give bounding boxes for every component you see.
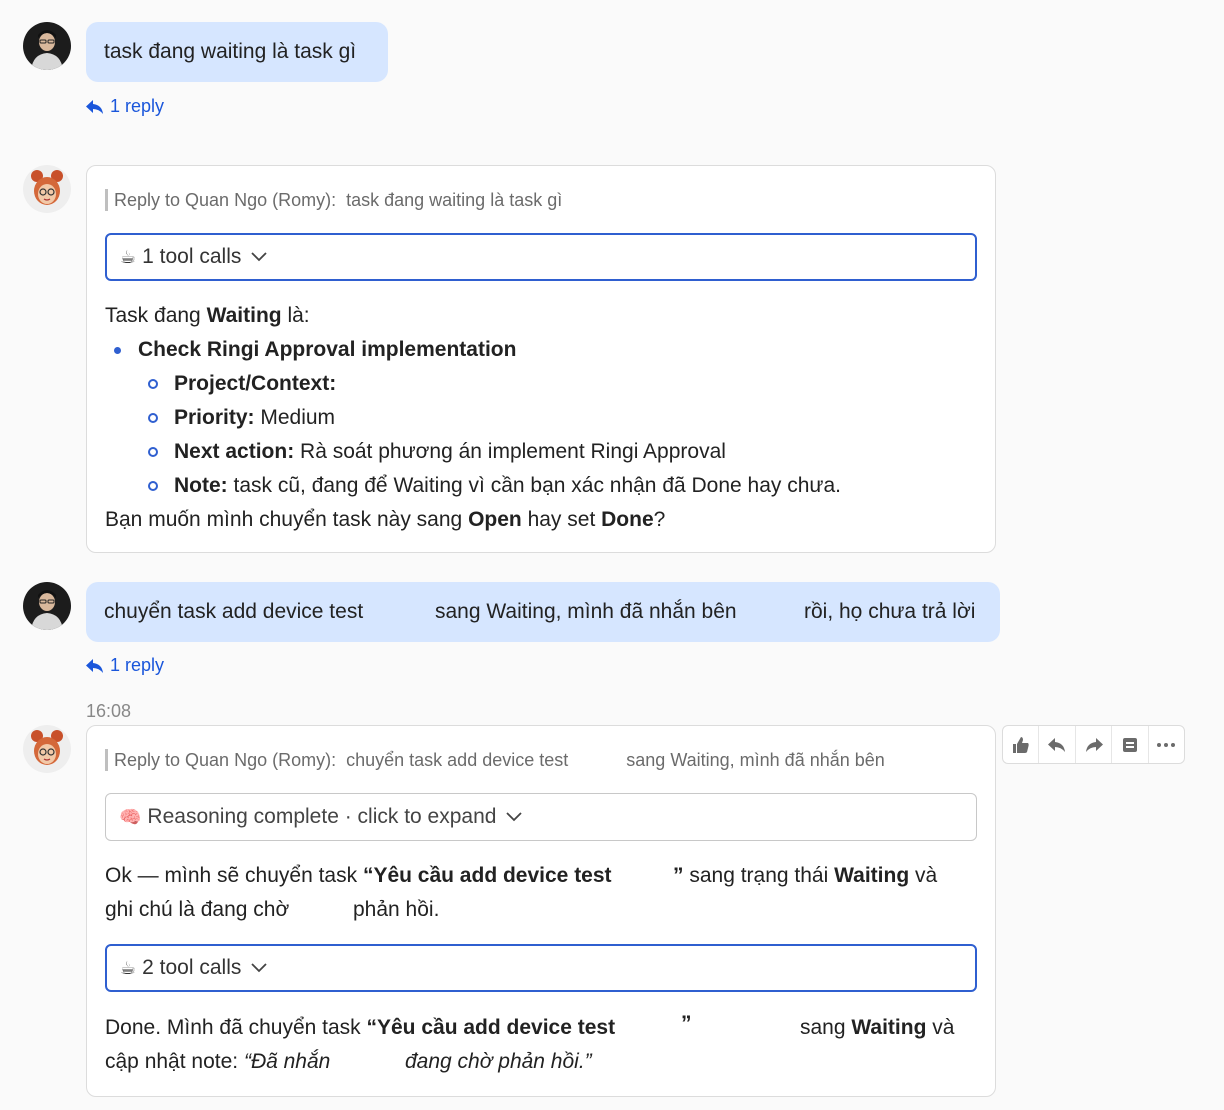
coffee-icon: ☕ xyxy=(120,957,137,978)
reply-icon xyxy=(1048,737,1066,752)
thread-reply-link[interactable]: 1 reply xyxy=(86,96,164,117)
like-button[interactable] xyxy=(1003,726,1040,763)
message-text-part: sang Waiting, mình đã nhắn bên xyxy=(435,600,737,623)
coffee-icon: ☕ xyxy=(120,246,137,267)
brain-icon: 🧠 xyxy=(119,806,142,827)
message-text-part: rồi, họ chưa trả lời xyxy=(804,600,976,623)
forward-icon xyxy=(1085,737,1103,752)
intro-line: Task đang Waiting là: xyxy=(105,304,310,327)
reply-content: Task đang Waiting là: Check Ringi Approv… xyxy=(105,299,841,537)
message-timestamp: 16:08 xyxy=(86,701,132,721)
forward-button[interactable] xyxy=(1076,726,1113,763)
task-detail-next-action: Next action: Rà soát phương án implement… xyxy=(138,435,841,469)
message-action-toolbar xyxy=(1002,725,1185,764)
thumbs-up-icon xyxy=(1012,736,1029,753)
task-details: Project/Context: Priority: Medium Next a… xyxy=(138,367,841,503)
chevron-down-icon xyxy=(251,252,267,262)
user-message-bubble[interactable]: task đang waiting là task gì xyxy=(86,22,388,82)
reasoning-toggle[interactable]: 🧠 Reasoning complete · click to expand xyxy=(105,793,977,841)
user-avatar[interactable] xyxy=(23,22,71,70)
reply-paragraph: Done. Mình đã chuyển task “Yêu cầu add d… xyxy=(105,1012,955,1073)
user-message-bubble[interactable]: chuyển task add device test sang Waiting… xyxy=(86,582,1000,642)
assistant-reply-card: Reply to Quan Ngo (Romy): task đang wait… xyxy=(86,165,996,553)
user-avatar[interactable] xyxy=(23,582,71,630)
assistant-avatar[interactable] xyxy=(23,725,71,773)
reply-count: 1 reply xyxy=(110,96,165,116)
assistant-avatar[interactable] xyxy=(23,165,71,213)
task-detail-project: Project/Context: xyxy=(138,367,841,401)
tool-calls-toggle[interactable]: ☕ 2 tool calls xyxy=(105,944,977,992)
archive-icon xyxy=(1122,737,1137,752)
chevron-down-icon xyxy=(251,963,267,973)
more-icon xyxy=(1157,742,1176,747)
reply-button[interactable] xyxy=(1039,726,1076,763)
more-options-button[interactable] xyxy=(1149,726,1184,763)
reply-quote: Reply to Quan Ngo (Romy): chuyển task ad… xyxy=(105,749,885,771)
archive-button[interactable] xyxy=(1112,726,1149,763)
reply-arrow-icon xyxy=(86,99,103,114)
reply-paragraph: Ok — mình sẽ chuyển task “Yêu cầu add de… xyxy=(105,864,938,921)
task-detail-note: Note: task cũ, đang để Waiting vì cần bạ… xyxy=(138,469,841,503)
chevron-down-icon xyxy=(506,812,523,822)
closing-question: Bạn muốn mình chuyển task này sang Open … xyxy=(105,508,666,531)
tool-calls-toggle[interactable]: ☕ 1 tool calls xyxy=(105,233,977,281)
task-list: Check Ringi Approval implementation Proj… xyxy=(105,333,841,503)
thread-reply-link[interactable]: 1 reply xyxy=(86,655,164,676)
assistant-reply-card: Reply to Quan Ngo (Romy): chuyển task ad… xyxy=(86,725,996,1097)
reply-count: 1 reply xyxy=(110,655,165,675)
task-item: Check Ringi Approval implementation Proj… xyxy=(105,333,841,503)
reply-quote: Reply to Quan Ngo (Romy): task đang wait… xyxy=(105,189,562,211)
message-text-part: chuyển task add device test xyxy=(104,600,364,623)
reply-arrow-icon xyxy=(86,658,103,673)
message-text: task đang waiting là task gì xyxy=(104,40,357,63)
task-detail-priority: Priority: Medium xyxy=(138,401,841,435)
